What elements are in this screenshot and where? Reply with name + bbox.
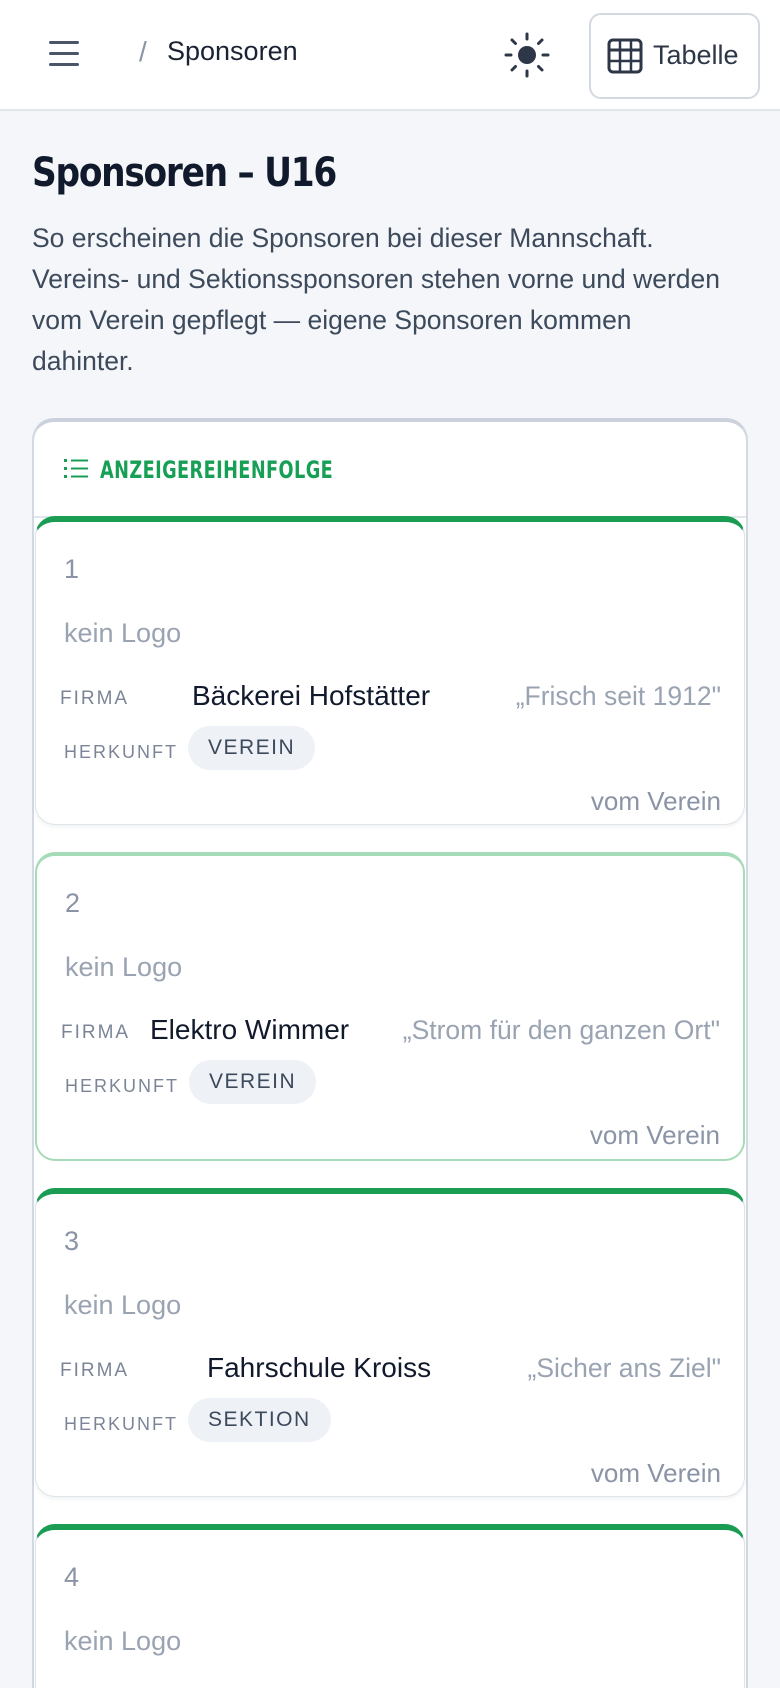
sponsor-slogan: „Strom für den ganzen Ort" bbox=[402, 1015, 720, 1045]
origin-badge: VEREIN bbox=[189, 1060, 317, 1104]
managed-by-text: vom Verein bbox=[590, 786, 721, 816]
sponsor-logo-placeholder: kein Logo bbox=[64, 1626, 182, 1656]
sponsor-card[interactable]: 3 kein Logo FIRMA Fahrschule Kroiss „Sic… bbox=[35, 1188, 745, 1497]
sponsor-rank: 1 bbox=[64, 554, 80, 584]
sponsor-rank: 2 bbox=[65, 888, 81, 918]
page-title: Sponsoren – U16 bbox=[32, 150, 337, 196]
sponsor-card[interactable]: 4 kein Logo bbox=[35, 1524, 745, 1688]
sponsor-logo-placeholder: kein Logo bbox=[64, 1290, 182, 1320]
sponsor-card[interactable]: 2 kein Logo FIRMA Elektro Wimmer „Strom … bbox=[35, 852, 745, 1161]
table-button-label: Tabelle bbox=[653, 40, 739, 70]
managed-by-text: vom Verein bbox=[590, 1458, 721, 1488]
sponsor-rank: 4 bbox=[64, 1562, 80, 1592]
firma-label: FIRMA bbox=[60, 688, 130, 709]
firma-label: FIRMA bbox=[61, 1022, 131, 1043]
sponsor-slogan: „Sicher ans Ziel" bbox=[527, 1353, 722, 1383]
sponsor-name: Fahrschule Kroiss bbox=[207, 1352, 432, 1383]
table-icon bbox=[607, 38, 643, 74]
breadcrumb-current[interactable]: Sponsoren bbox=[167, 36, 298, 67]
herkunft-label: HERKUNFT bbox=[64, 1414, 178, 1434]
sponsor-rank: 3 bbox=[64, 1226, 80, 1256]
sponsor-name: Elektro Wimmer bbox=[150, 1014, 350, 1045]
herkunft-label: HERKUNFT bbox=[65, 1076, 179, 1096]
list-icon bbox=[64, 459, 88, 478]
origin-badge: VEREIN bbox=[188, 726, 316, 770]
origin-badge: SEKTION bbox=[188, 1398, 331, 1442]
managed-by-text: vom Verein bbox=[589, 1120, 720, 1150]
sun-icon[interactable] bbox=[502, 30, 552, 80]
breadcrumb-separator: / bbox=[139, 36, 147, 67]
sponsor-card[interactable]: 1 kein Logo FIRMA Bäckerei Hofstätter „F… bbox=[35, 516, 745, 825]
page-description: So erscheinen die Sponsoren bei dieser M… bbox=[32, 223, 720, 376]
sponsor-slogan: „Frisch seit 1912" bbox=[515, 681, 721, 711]
panel-header: ANZEIGEREIHENFOLGE bbox=[34, 422, 746, 518]
sponsor-name: Bäckerei Hofstätter bbox=[192, 680, 431, 711]
sponsor-logo-placeholder: kein Logo bbox=[64, 618, 182, 648]
herkunft-label: HERKUNFT bbox=[64, 742, 178, 762]
panel-title: ANZEIGEREIHENFOLGE bbox=[100, 456, 334, 484]
top-bar: / Sponsoren Tabelle bbox=[0, 0, 780, 111]
firma-label: FIRMA bbox=[60, 1360, 130, 1381]
sponsor-logo-placeholder: kein Logo bbox=[65, 952, 183, 982]
menu-icon[interactable] bbox=[42, 32, 86, 76]
table-view-button[interactable]: Tabelle bbox=[589, 13, 760, 99]
